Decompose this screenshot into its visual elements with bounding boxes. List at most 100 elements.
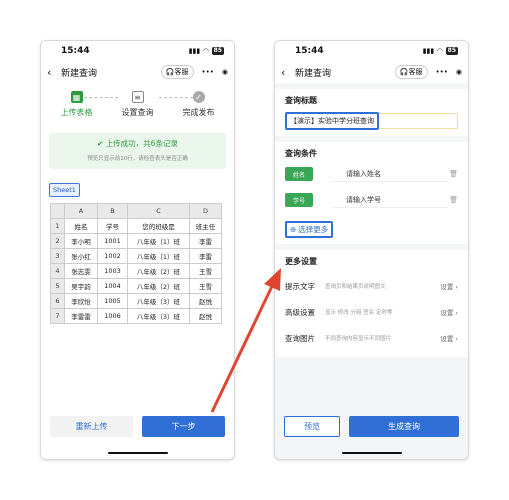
sheet-tab[interactable]: Sheet1 bbox=[49, 183, 80, 197]
setting-desc: 不同查询内容显示不同图片 bbox=[325, 336, 392, 342]
more-icon[interactable]: ••• bbox=[436, 68, 448, 76]
nav-bar: ‹ 新建查询 🎧客服 ••• ◉ bbox=[275, 61, 468, 83]
table-cell: 李欣怡 bbox=[64, 293, 98, 309]
table-cell: 八年级（2）班 bbox=[127, 263, 190, 279]
table-row: 7 李雷雷 1006 八年级（3）班 赵悦 bbox=[50, 308, 222, 324]
phone-screen-settings: 15:44 ▮▮▮ ◠ 85 ‹ 新建查询 🎧客服 ••• ◉ 查询标题 【演示】实… bbox=[274, 40, 469, 460]
bottom-actions: 重新上传 下一步 bbox=[50, 416, 225, 437]
column-header: C bbox=[127, 203, 190, 219]
table-row: 1 姓名 学号 您的班级是 班主任 bbox=[50, 218, 222, 234]
conditions-card: 查询条件 姓名 请输入姓名 🗑 学号 请输入学号 🗑 ⊕ 选择更多 bbox=[275, 142, 468, 244]
table-cell: 您的班级是 bbox=[127, 218, 190, 234]
select-more-button[interactable]: ⊕ 选择更多 bbox=[285, 221, 334, 238]
row-number: 1 bbox=[50, 218, 65, 234]
condition-input[interactable]: 请输入姓名 bbox=[331, 166, 448, 182]
setting-label: 查询图片 bbox=[285, 333, 315, 343]
status-bar: 15:44 ▮▮▮ ◠ 85 bbox=[41, 41, 234, 61]
column-header: A bbox=[64, 203, 98, 219]
success-check-icon: ✔ bbox=[97, 139, 106, 148]
signal-icon: ▮▮▮ bbox=[188, 47, 201, 55]
query-title-field[interactable]: 【演示】实验中学分班查询 bbox=[285, 112, 458, 130]
step-settings: ≡ 设置查询 bbox=[110, 91, 165, 119]
setting-label: 高级设置 bbox=[285, 307, 315, 317]
plus-circle-icon: ⊕ bbox=[290, 225, 297, 234]
table-cell: 王雪 bbox=[189, 278, 222, 294]
status-bar: 15:44 ▮▮▮ ◠ 85 bbox=[275, 41, 468, 61]
setting-desc: 显示 修改 分组 签名 定时等 bbox=[325, 310, 393, 316]
step-publish: ✓ 完成发布 bbox=[171, 91, 226, 119]
table-header-row: A B C D bbox=[50, 203, 222, 219]
home-indicator bbox=[107, 452, 168, 454]
table-cell: 王雪 bbox=[189, 263, 222, 279]
row-number: 3 bbox=[50, 248, 65, 264]
table-cell: 1004 bbox=[97, 278, 128, 294]
next-button[interactable]: 下一步 bbox=[142, 416, 225, 437]
mini-program-capsule: 🎧客服 ••• ◉ bbox=[394, 65, 462, 79]
back-icon[interactable]: ‹ bbox=[47, 66, 61, 79]
chevron-right-icon: › bbox=[455, 335, 458, 343]
input-remainder bbox=[379, 113, 458, 129]
row-number: 2 bbox=[50, 233, 65, 249]
trash-icon[interactable]: 🗑 bbox=[448, 170, 458, 178]
setting-action[interactable]: 设置 › bbox=[440, 333, 458, 343]
title-card: 查询标题 【演示】实验中学分班查询 bbox=[275, 89, 468, 136]
customer-service-button[interactable]: 🎧客服 bbox=[394, 65, 428, 79]
bottom-actions: 预览 生成查询 bbox=[284, 416, 459, 437]
table-cell: 赵悦 bbox=[189, 308, 222, 324]
table-cell: 1005 bbox=[97, 293, 128, 309]
preview-hint: 预览只显示前10行，请检查表头是否正确 bbox=[87, 156, 188, 162]
document-icon: ≡ bbox=[131, 91, 144, 103]
wifi-icon: ◠ bbox=[437, 47, 443, 55]
progress-steps: ▦ 上传表格 ≡ 设置查询 ✓ 完成发布 bbox=[41, 83, 234, 119]
table-cell: 李小明 bbox=[64, 233, 98, 249]
table-row: 6 李欣怡 1005 八年级（3）班 赵悦 bbox=[50, 293, 222, 309]
chevron-right-icon: › bbox=[455, 309, 458, 317]
reupload-button[interactable]: 重新上传 bbox=[50, 416, 133, 437]
column-header: D bbox=[189, 203, 222, 219]
section-title: 更多设置 bbox=[285, 257, 317, 266]
battery-icon: 85 bbox=[211, 47, 224, 55]
more-icon[interactable]: ••• bbox=[202, 68, 214, 76]
condition-tag: 姓名 bbox=[285, 167, 313, 181]
table-cell: 班主任 bbox=[189, 218, 222, 234]
table-cell: 八年级（3）班 bbox=[127, 308, 190, 324]
trash-icon[interactable]: 🗑 bbox=[448, 196, 458, 204]
table-cell: 学号 bbox=[97, 218, 128, 234]
table-cell: 1001 bbox=[97, 233, 128, 249]
wifi-icon: ◠ bbox=[203, 47, 209, 55]
setting-action[interactable]: 设置 › bbox=[440, 307, 458, 317]
close-circle-icon[interactable]: ◉ bbox=[456, 68, 462, 76]
battery-icon: 85 bbox=[445, 47, 458, 55]
generate-query-button[interactable]: 生成查询 bbox=[349, 416, 459, 437]
setting-action[interactable]: 设置 › bbox=[440, 281, 458, 291]
upload-success-notice: ✔ 上传成功，共6条记录 预览只显示前10行，请检查表头是否正确 bbox=[49, 133, 226, 169]
query-title-input[interactable]: 【演示】实验中学分班查询 bbox=[285, 112, 379, 130]
table-row: 4 张志雯 1003 八年级（2）班 王雪 bbox=[50, 263, 222, 279]
preview-button[interactable]: 预览 bbox=[284, 416, 340, 437]
column-header: B bbox=[97, 203, 128, 219]
setting-row[interactable]: 提示文字 查询页和结果页说明图文 设置 › bbox=[285, 273, 458, 299]
setting-row[interactable]: 高级设置 显示 修改 分组 签名 定时等 设置 › bbox=[285, 299, 458, 325]
mini-program-capsule: 🎧客服 ••• ◉ bbox=[160, 65, 228, 79]
condition-row: 姓名 请输入姓名 🗑 bbox=[285, 165, 458, 183]
step-connector bbox=[84, 97, 118, 98]
section-title: 查询条件 bbox=[285, 149, 317, 158]
back-icon[interactable]: ‹ bbox=[281, 66, 295, 79]
row-number: 5 bbox=[50, 278, 65, 294]
table-cell: 李雷雷 bbox=[64, 308, 98, 324]
table-cell: 1003 bbox=[97, 263, 128, 279]
condition-input[interactable]: 请输入学号 bbox=[331, 192, 448, 208]
home-indicator bbox=[341, 452, 402, 454]
step-label: 设置查询 bbox=[121, 108, 154, 117]
table-row: 3 张小红 1002 八年级（1）班 李雷 bbox=[50, 248, 222, 264]
step-connector bbox=[159, 97, 193, 98]
nav-bar: ‹ 新建查询 🎧客服 ••• ◉ bbox=[41, 61, 234, 83]
customer-service-button[interactable]: 🎧客服 bbox=[160, 65, 194, 79]
setting-row[interactable]: 查询图片 不同查询内容显示不同图片 设置 › bbox=[285, 325, 458, 351]
close-circle-icon[interactable]: ◉ bbox=[222, 68, 228, 76]
status-time: 15:44 bbox=[295, 46, 324, 56]
table-cell: 姓名 bbox=[64, 218, 98, 234]
table-row: 5 吴宇韵 1004 八年级（2）班 王雪 bbox=[50, 278, 222, 294]
table-cell: 张小红 bbox=[64, 248, 98, 264]
section-title: 查询标题 bbox=[285, 96, 317, 105]
